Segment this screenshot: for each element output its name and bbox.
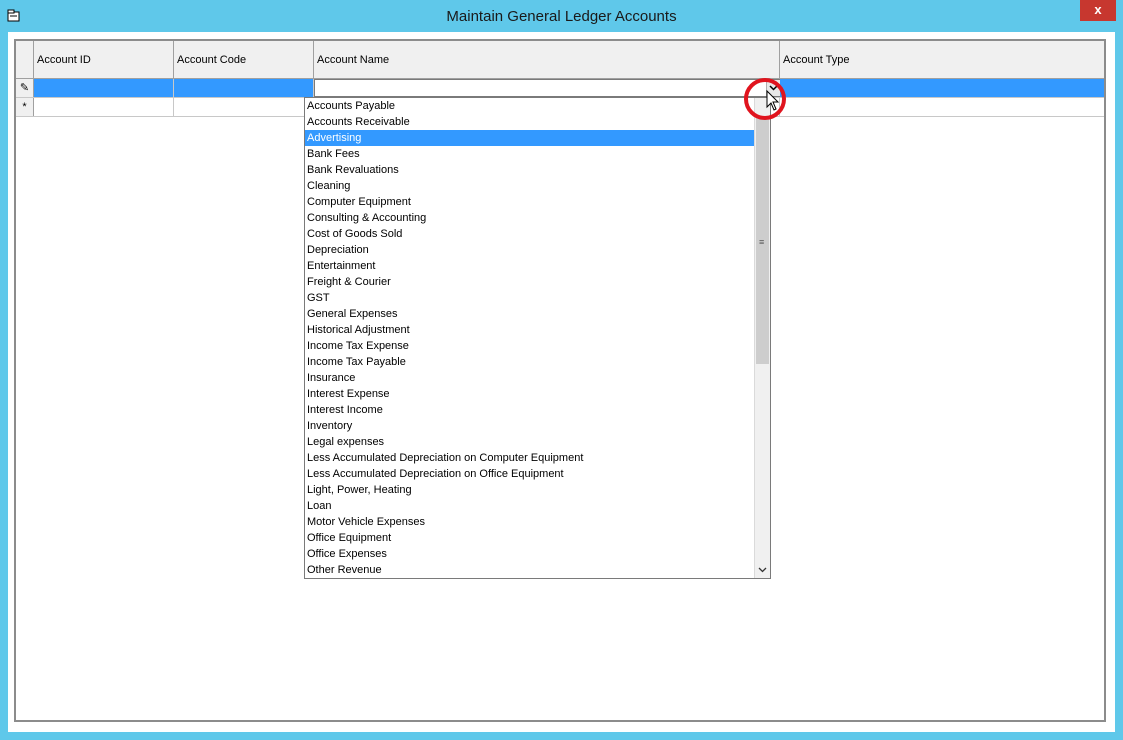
column-header-account-type[interactable]: Account Type (780, 41, 1104, 78)
cell-account-id[interactable] (34, 79, 174, 97)
cell-account-type[interactable] (780, 79, 1104, 97)
title-bar: Maintain General Ledger Accounts x (0, 0, 1123, 32)
list-item[interactable]: Legal expenses (305, 434, 754, 450)
list-item[interactable]: Less Accumulated Depreciation on Compute… (305, 450, 754, 466)
new-cell-account-code[interactable] (174, 98, 314, 116)
dropdown-items: Accounts Payable Accounts Receivable Adv… (305, 98, 754, 578)
list-item[interactable]: Interest Expense (305, 386, 754, 402)
list-item[interactable]: Freight & Courier (305, 274, 754, 290)
new-cell-account-id[interactable] (34, 98, 174, 116)
grip-icon: ≡ (759, 237, 765, 247)
list-item-selected[interactable]: Advertising (305, 130, 754, 146)
row-new-marker: * (16, 98, 34, 116)
list-item[interactable]: Cleaning (305, 178, 754, 194)
list-item[interactable]: Insurance (305, 370, 754, 386)
scroll-down-button[interactable] (755, 562, 770, 578)
row-edit-marker: ✎ (16, 79, 34, 97)
column-header-account-id[interactable]: Account ID (34, 41, 174, 78)
list-item[interactable]: Bank Revaluations (305, 162, 754, 178)
list-item[interactable]: Computer Equipment (305, 194, 754, 210)
chevron-down-icon (758, 567, 767, 573)
table-row-editing[interactable]: ✎ (16, 79, 1104, 98)
new-cell-account-type[interactable] (780, 98, 1104, 116)
column-header-account-code[interactable]: Account Code (174, 41, 314, 78)
list-item[interactable]: Loan (305, 498, 754, 514)
list-item[interactable]: Office Equipment (305, 530, 754, 546)
list-item[interactable]: Accounts Receivable (305, 114, 754, 130)
list-item[interactable]: Cost of Goods Sold (305, 226, 754, 242)
list-item[interactable]: Entertainment (305, 258, 754, 274)
list-item[interactable]: Motor Vehicle Expenses (305, 514, 754, 530)
scrollbar-thumb[interactable]: ≡ (756, 116, 769, 364)
list-item[interactable]: GST (305, 290, 754, 306)
list-item[interactable]: Accounts Payable (305, 98, 754, 114)
list-item[interactable]: General Expenses (305, 306, 754, 322)
list-item[interactable]: Less Accumulated Depreciation on Office … (305, 466, 754, 482)
grid-header: Account ID Account Code Account Name Acc… (16, 41, 1104, 79)
list-item[interactable]: Interest Income (305, 402, 754, 418)
account-name-dropdown-list[interactable]: Accounts Payable Accounts Receivable Adv… (304, 97, 771, 579)
list-item[interactable]: Consulting & Accounting (305, 210, 754, 226)
list-item[interactable]: Other Revenue (305, 562, 754, 578)
list-item[interactable]: Historical Adjustment (305, 322, 754, 338)
list-item[interactable]: Inventory (305, 418, 754, 434)
list-item[interactable]: Depreciation (305, 242, 754, 258)
account-name-combo[interactable] (314, 79, 780, 97)
dropdown-scrollbar[interactable]: ≡ (754, 98, 770, 578)
mouse-pointer-icon (766, 90, 780, 111)
list-item[interactable]: Income Tax Payable (305, 354, 754, 370)
app-window: Maintain General Ledger Accounts x Accou… (0, 0, 1123, 740)
column-header-account-name[interactable]: Account Name (314, 41, 780, 78)
window-title: Maintain General Ledger Accounts (446, 8, 677, 25)
list-item[interactable]: Income Tax Expense (305, 338, 754, 354)
list-item[interactable]: Bank Fees (305, 146, 754, 162)
cell-account-code[interactable] (174, 79, 314, 97)
close-button[interactable]: x (1080, 0, 1116, 21)
list-item[interactable]: Office Expenses (305, 546, 754, 562)
row-selector-header[interactable] (16, 41, 34, 78)
list-item[interactable]: Light, Power, Heating (305, 482, 754, 498)
